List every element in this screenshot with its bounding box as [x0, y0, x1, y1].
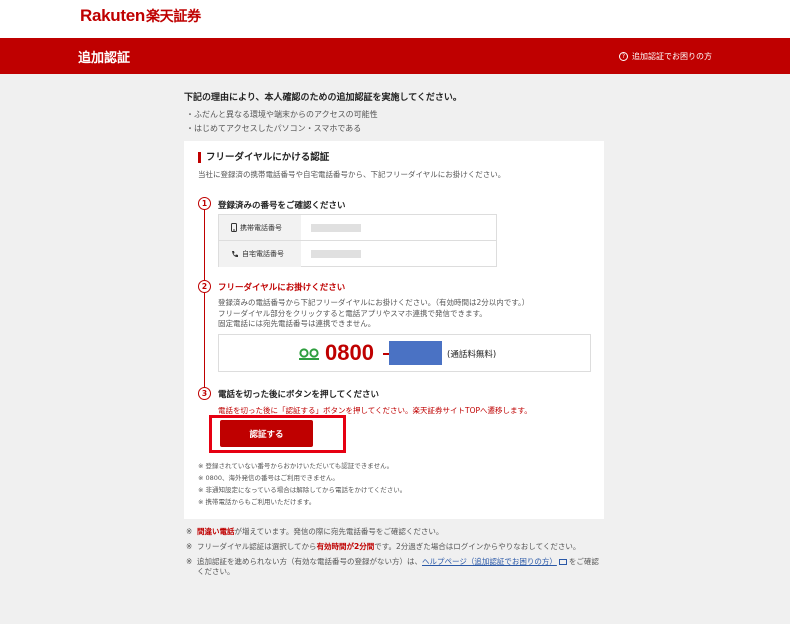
masked-home-number [311, 250, 361, 258]
list-item: 非通知設定になっている場合は解除してから電話をかけてください。 [198, 484, 407, 496]
question-circle-icon: ? [619, 52, 628, 61]
reason-list: ふだんと異なる環境や端末からのアクセスの可能性 はじめてアクセスしたパソコン・ス… [186, 108, 378, 136]
note-text: 追加認証を進められない方（有効な電話番号の登録がない方）は、 [197, 557, 422, 566]
masked-mobile-number [311, 224, 361, 232]
toll-free-note: (通話料無料) [447, 350, 497, 360]
table-row: 携帯電話番号 [219, 215, 496, 241]
step-1-number: 1 [198, 197, 211, 210]
step-2-number: 2 [198, 280, 211, 293]
masked-freedial-number [389, 341, 442, 365]
freedial-logo-icon [299, 348, 319, 360]
list-item: はじめてアクセスしたパソコン・スマホである [186, 122, 378, 136]
note-text: です。2分過ぎた場合はログインからやりなおしてください。 [374, 542, 581, 551]
bottom-notes: ※ 間違い電話が増えています。発信の際に宛先電話番号をご確認ください。 ※ フリ… [186, 527, 606, 582]
note-text: が増えています。発信の際に宛先電話番号をご確認ください。 [234, 527, 444, 536]
home-number-label: 自宅電話番号 [219, 241, 301, 267]
mobile-phone-icon [231, 223, 237, 232]
step-3-title: 電話を切った後にボタンを押してください [218, 390, 379, 400]
step-2-desc-line: 固定電話には宛先電話番号は連携できません。 [218, 319, 376, 328]
mobile-number-label: 携帯電話番号 [219, 215, 301, 240]
freedial-number[interactable]: 0800 [325, 340, 374, 366]
freedial-auth-card: フリーダイヤルにかける認証 当社に登録済の携帯電話番号や自宅電話番号から、下記フ… [184, 141, 604, 519]
card-description: 当社に登録済の携帯電話番号や自宅電話番号から、下記フリーダイヤルにお掛けください… [198, 170, 506, 179]
authenticate-button[interactable]: 認証する [220, 420, 313, 447]
top-bar: Rakuten楽天証券 [0, 0, 790, 38]
logo-en: Rakuten [80, 6, 145, 25]
home-number-label-text: 自宅電話番号 [242, 250, 284, 258]
intro-text: 下記の理由により、本人確認のための追加認証を実施してください。 [184, 93, 462, 103]
step-2-title: フリーダイヤルにお掛けください [218, 283, 346, 293]
list-item: ※ 間違い電話が増えています。発信の際に宛先電話番号をご確認ください。 [186, 527, 606, 537]
external-window-icon [558, 559, 567, 565]
list-item: ※ フリーダイヤル認証は選択してから有効時間が2分間です。2分過ぎた場合はログイ… [186, 542, 606, 552]
mobile-number-label-text: 携帯電話番号 [240, 223, 282, 232]
note-mark: ※ [186, 557, 193, 566]
help-link-label: 追加認証でお困りの方 [632, 52, 712, 61]
registered-number-table: 携帯電話番号 自宅電話番号 [218, 214, 497, 267]
list-item: ※ 追加認証を進められない方（有効な電話番号の登録がない方）は、ヘルプページ（追… [186, 557, 606, 577]
note-mark: ※ [186, 542, 193, 551]
rakuten-logo[interactable]: Rakuten楽天証券 [80, 6, 201, 26]
table-row: 自宅電話番号 [219, 241, 496, 267]
card-footnotes: 登録されていない番号からおかけいただいても認証できません。 0800、海外発信の… [198, 460, 407, 508]
help-page-link[interactable]: ヘルプページ（追加認証でお困りの方） [422, 557, 557, 566]
step-connector-line [204, 209, 205, 397]
page-header: 追加認証 ? 追加認証でお困りの方 [0, 38, 790, 74]
home-phone-icon [232, 251, 238, 258]
step-1-title: 登録済みの番号をご確認ください [218, 201, 346, 211]
help-link[interactable]: ? 追加認証でお困りの方 [619, 51, 712, 62]
step-2-desc-line: フリーダイヤル部分をクリックすると電話アプリやスマホ連携で発信できます。 [218, 308, 487, 318]
step-2-desc-line: 登録済みの電話番号から下記フリーダイヤルにお掛けください。（有効時間は2分以内で… [218, 298, 530, 307]
note-text: フリーダイヤル認証は選択してから [197, 542, 317, 551]
logo-jp: 楽天証券 [145, 9, 201, 25]
page-title: 追加認証 [78, 51, 131, 66]
valid-time-emphasis: 有効時間が2分間 [316, 542, 375, 551]
list-item: 0800、海外発信の番号はご利用できません。 [198, 472, 406, 484]
list-item: 携帯電話からもご利用いただけます。 [198, 496, 406, 508]
note-mark: ※ [186, 527, 193, 536]
list-item: 登録されていない番号からおかけいただいても認証できません。 [198, 460, 406, 472]
list-item: ふだんと異なる環境や端末からのアクセスの可能性 [186, 108, 378, 122]
wrong-call-emphasis: 間違い電話 [197, 527, 235, 536]
step-2-description: 登録済みの電話番号から下記フリーダイヤルにお掛けください。（有効時間は2分以内で… [218, 298, 529, 330]
card-title: フリーダイヤルにかける認証 [198, 152, 329, 163]
freedial-number-box[interactable]: 0800 (通話料無料) [218, 334, 591, 372]
step-3-number: 3 [198, 387, 211, 400]
